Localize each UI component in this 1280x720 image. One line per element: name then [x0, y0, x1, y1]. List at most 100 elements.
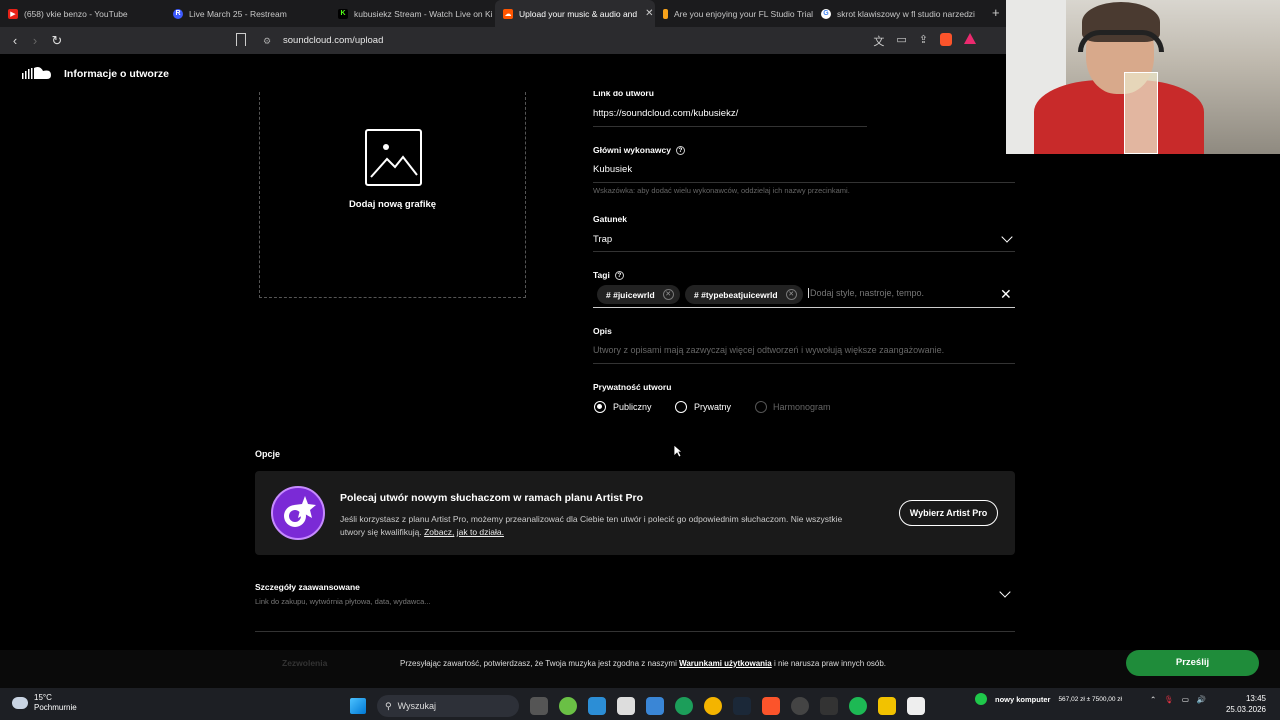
advanced-title[interactable]: Szczegóły zaawansowane	[255, 582, 360, 592]
choose-artist-pro-button[interactable]: Wybierz Artist Pro	[899, 500, 998, 526]
tab-youtube[interactable]: ▶ (658) vkie benzo - YouTube	[0, 0, 165, 27]
spotify-icon[interactable]	[849, 697, 867, 715]
add-artwork-label[interactable]: Dodaj nową grafikę	[260, 199, 525, 210]
divider	[255, 631, 1015, 632]
cast-icon[interactable]: ▭	[896, 33, 906, 49]
vscode-icon[interactable]	[588, 697, 606, 715]
chevron-down-icon[interactable]	[1001, 231, 1013, 243]
link-label: Link do utworu	[593, 88, 654, 98]
how-it-works-link[interactable]: jak to działa.	[457, 527, 504, 537]
stocks-icon[interactable]	[975, 693, 987, 705]
clock-date: 25.03.2026	[1225, 705, 1266, 714]
privacy-schedule-label: Harmonogram	[773, 402, 831, 412]
divider	[593, 182, 1015, 183]
clock[interactable]: 13:45 25.03.2026	[1226, 693, 1266, 715]
tab-title: Live March 25 - Restream	[189, 8, 287, 19]
mail-icon[interactable]	[617, 697, 635, 715]
artwork-dropzone[interactable]: Dodaj nową grafikę	[259, 92, 526, 298]
soundcloud-logo[interactable]	[22, 66, 52, 80]
remove-tag-icon[interactable]: ✕	[785, 289, 797, 300]
webcam-overlay	[1006, 0, 1280, 154]
brave-shields-icon[interactable]	[940, 33, 952, 46]
back-icon[interactable]: ‹	[5, 33, 25, 48]
artist-pro-promo-card: Polecaj utwór nowym słuchaczom w ramach …	[255, 471, 1015, 555]
submit-button[interactable]: Prześlij	[1126, 650, 1259, 676]
clear-tags-icon[interactable]: ✕	[1000, 286, 1012, 303]
description-field[interactable]: Utwory z opisami mają zazwyczaj więcej o…	[593, 345, 944, 355]
mouse-cursor-icon	[673, 444, 683, 458]
microphone-icon[interactable]: 🎙	[1164, 695, 1174, 704]
tab-soundcloud-upload[interactable]: ☁ Upload your music & audio and ✕	[495, 0, 655, 27]
store-icon[interactable]	[646, 697, 664, 715]
toolbar-icons: 文 ▭ ⇪	[873, 33, 976, 49]
google-icon: G	[821, 8, 831, 19]
brave-app-icon[interactable]	[762, 697, 780, 715]
tab-title: Upload your music & audio and	[519, 8, 638, 19]
share-icon[interactable]: ⇪	[919, 33, 928, 49]
fl-studio-app-icon[interactable]	[559, 697, 577, 715]
file-explorer-icon[interactable]	[878, 697, 896, 715]
notepad-icon[interactable]	[907, 697, 925, 715]
tab-kick[interactable]: K kubusiekz Stream - Watch Live on Ki	[330, 0, 495, 27]
edge-icon[interactable]	[675, 697, 693, 715]
privacy-private-radio[interactable]	[675, 401, 687, 413]
promo-body: Jeśli korzystasz z planu Artist Pro, moż…	[340, 514, 843, 537]
obs-icon[interactable]	[791, 697, 809, 715]
close-tab-icon[interactable]: ✕	[645, 8, 653, 19]
start-icon[interactable]	[350, 698, 366, 714]
genre-select[interactable]: Trap	[593, 234, 612, 245]
tab-title: Are you enjoying your FL Studio Trial	[674, 8, 813, 19]
help-icon[interactable]: ?	[675, 146, 685, 156]
genre-label: Gatunek	[593, 214, 628, 224]
taskbar-search[interactable]: ⚲ Wyszukaj	[377, 695, 519, 717]
network-icon[interactable]: ▭	[1182, 695, 1189, 704]
upload-footer: Zezwolenia Przesyłając zawartość, potwie…	[0, 650, 1280, 688]
forward-icon[interactable]: ›	[25, 33, 45, 48]
volume-icon[interactable]: 🔊	[1197, 695, 1206, 704]
weather-temp: 15°C	[34, 693, 52, 702]
glass-icon	[1124, 72, 1158, 154]
image-icon	[365, 129, 422, 186]
promo-title: Polecaj utwór nowym słuchaczom w ramach …	[340, 492, 644, 504]
privacy-public-label[interactable]: Publiczny	[613, 402, 652, 412]
app-icon[interactable]	[820, 697, 838, 715]
tab-google-search[interactable]: G skrot klawiszowy w fl studio narzedzi	[813, 0, 975, 27]
see-link[interactable]: Zobacz,	[424, 527, 454, 537]
tags-label: Tagi?	[593, 270, 624, 281]
terms-text: Przesyłając zawartość, potwierdzasz, że …	[400, 659, 677, 668]
help-icon[interactable]: ?	[614, 271, 624, 281]
site-info-icon[interactable]: ⚙	[263, 36, 271, 47]
tray-values: 567,02 zł ± 7500,00 zł	[1058, 695, 1122, 703]
privacy-schedule-radio	[755, 401, 767, 413]
reload-icon[interactable]: ↻	[47, 33, 67, 49]
url-field[interactable]: soundcloud.com/upload	[283, 35, 383, 46]
artists-field[interactable]: Kubusiek	[593, 164, 632, 175]
chevron-down-icon[interactable]	[999, 586, 1011, 598]
chevron-up-icon[interactable]: ⌃	[1150, 695, 1156, 704]
windows-taskbar: 15°C Pochmurnie ⚲ Wyszukaj nowy komputer…	[0, 688, 1280, 720]
translate-icon[interactable]: 文	[873, 33, 884, 49]
tab-fl-studio[interactable]: Are you enjoying your FL Studio Trial	[655, 0, 813, 27]
tab-restream[interactable]: R Live March 25 - Restream	[165, 0, 330, 27]
artists-label: Główni wykonawcy?	[593, 145, 685, 156]
privacy-public-radio[interactable]	[594, 401, 606, 413]
tags-label-text: Tagi	[593, 270, 610, 280]
divider	[593, 251, 1015, 252]
weather-widget[interactable]: 15°C Pochmurnie	[12, 693, 77, 713]
page-title: Informacje o utworze	[64, 68, 170, 80]
task-view-icon[interactable]	[530, 697, 548, 715]
bookmark-icon[interactable]	[236, 33, 246, 46]
tags-input[interactable]: Dodaj style, nastroje, tempo.	[808, 288, 924, 298]
discord-icon[interactable]	[704, 697, 722, 715]
steam-icon[interactable]	[733, 697, 751, 715]
divider	[593, 126, 867, 127]
tab-title: kubusiekz Stream - Watch Live on Ki	[354, 8, 493, 19]
terms-link[interactable]: Warunkami użytkowania	[679, 659, 772, 668]
track-link-field[interactable]: https://soundcloud.com/kubusiekz/	[593, 108, 738, 119]
search-icon: ⚲	[385, 700, 392, 711]
privacy-private-label[interactable]: Prywatny	[694, 402, 731, 412]
tab-title: skrot klawiszowy w fl studio narzedzi	[837, 8, 975, 19]
remove-tag-icon[interactable]: ✕	[662, 289, 674, 300]
brave-rewards-icon[interactable]	[964, 33, 976, 44]
new-tab-button[interactable]: +	[992, 5, 1000, 20]
